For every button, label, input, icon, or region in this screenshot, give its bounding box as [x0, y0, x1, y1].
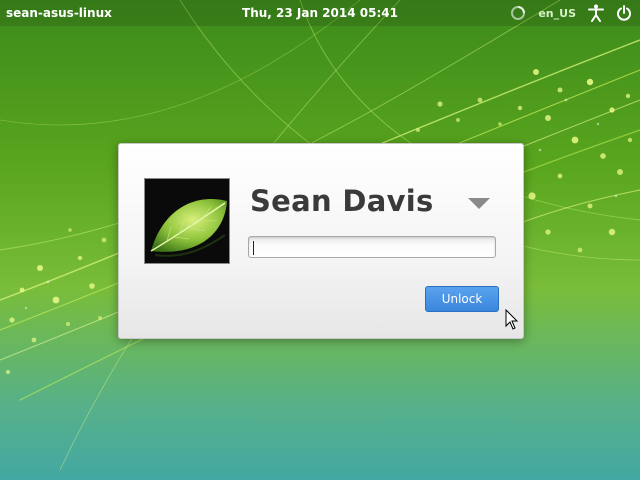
unlock-button[interactable]: Unlock	[425, 286, 499, 312]
user-name: Sean Davis	[250, 184, 434, 218]
power-icon[interactable]	[616, 5, 632, 21]
text-caret	[253, 241, 254, 255]
user-avatar	[144, 178, 230, 264]
leaf-avatar-icon	[145, 179, 229, 263]
accessibility-icon[interactable]	[588, 4, 604, 22]
unlock-dialog: Sean Davis Unlock	[118, 143, 524, 339]
session-icon[interactable]	[510, 5, 526, 21]
password-field[interactable]	[248, 236, 496, 258]
mouse-pointer-icon	[505, 309, 519, 330]
system-tray: en_US	[510, 4, 632, 22]
top-panel: sean-asus-linux Thu, 23 Jan 2014 05:41 e…	[0, 0, 640, 26]
language-indicator[interactable]: en_US	[538, 7, 576, 20]
chevron-down-icon[interactable]	[468, 195, 490, 214]
